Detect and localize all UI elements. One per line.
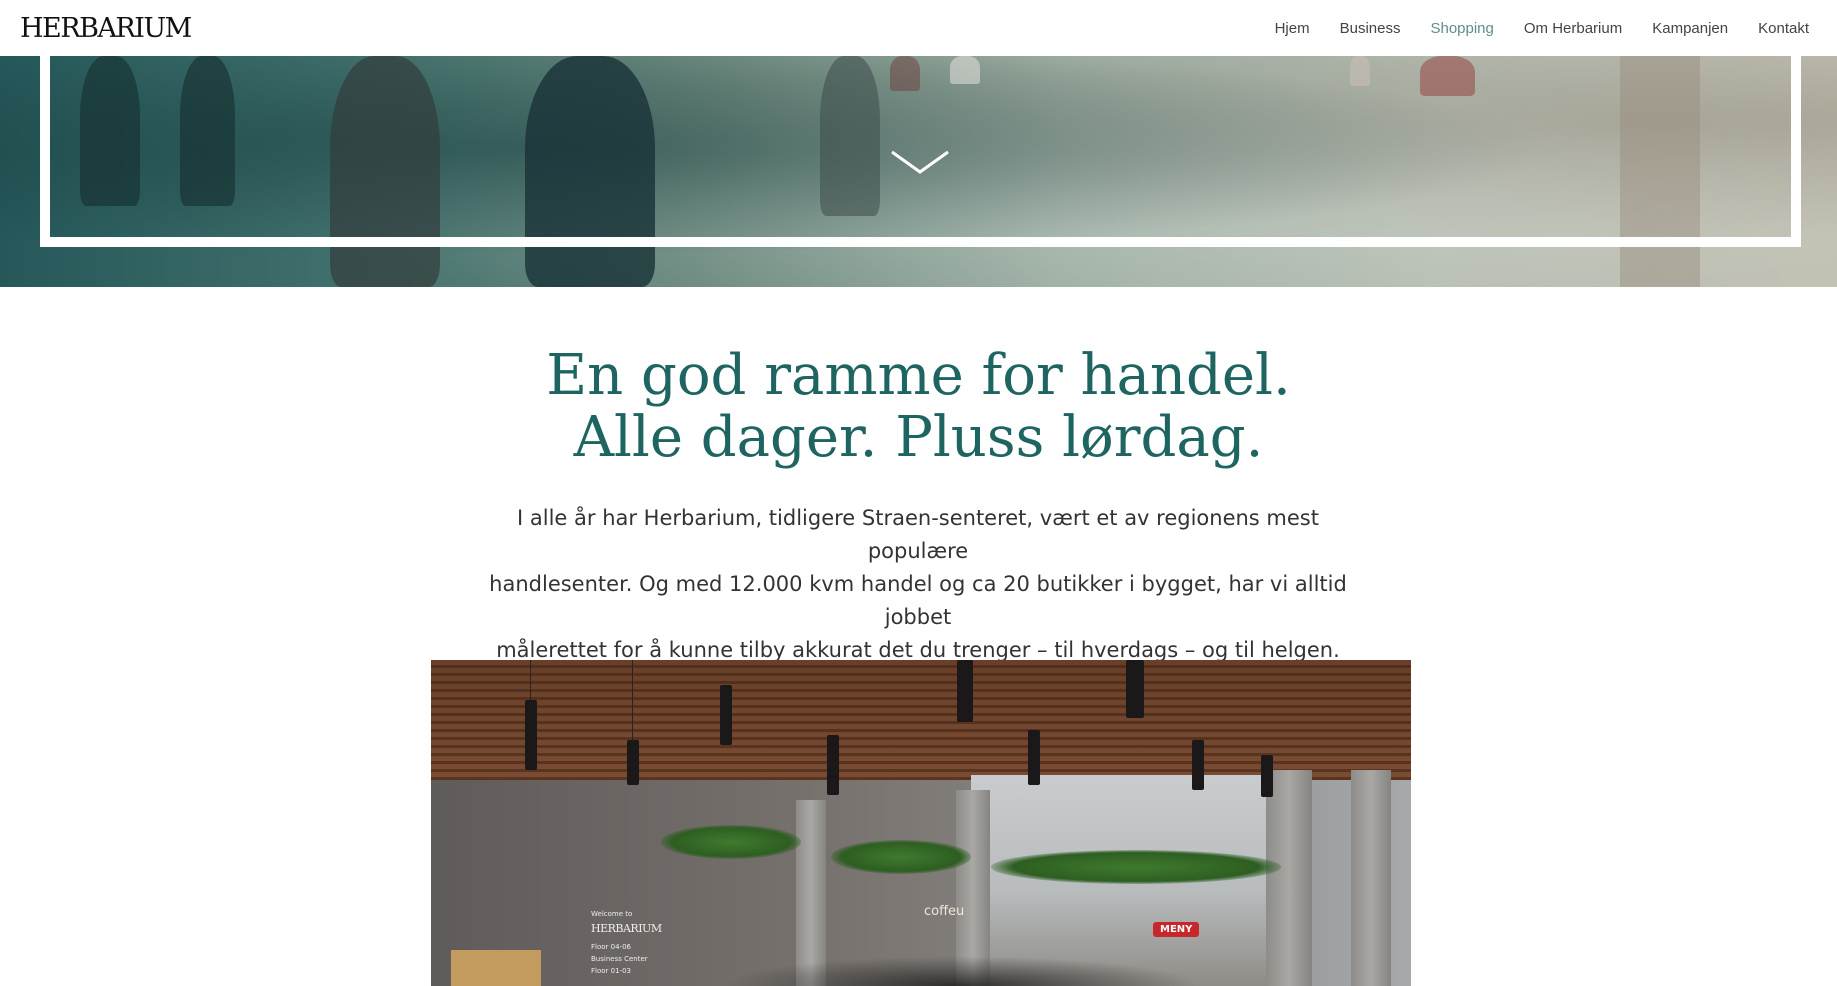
photo-column [1266,770,1312,986]
intro-paragraph: I alle år har Herbarium, tidligere Strae… [468,502,1368,667]
nav-item-business[interactable]: Business [1340,20,1401,37]
photo-plants [661,825,801,859]
sign-floor-1-desc: Business Center [591,955,648,963]
pendant-wire [530,660,531,700]
intro-line-2: handlesenter. Og med 12.000 kvm handel o… [489,572,1347,629]
pendant-lamp [627,740,639,785]
meny-store-sign: MENY [1153,922,1200,937]
pendant-lamp [957,660,973,722]
photo-plants [831,840,971,874]
sign-floor-1: Floor 04-06 [591,943,631,951]
headline-line-1: En god ramme for handel. [546,343,1291,408]
pendant-lamp [720,685,732,745]
intro-line-3: målerettet for å kunne tilby akkurat det… [496,638,1340,662]
pendant-wire [632,660,633,740]
main-nav: Hjem Business Shopping Om Herbarium Kamp… [1275,20,1817,37]
photo-crowd [721,956,1201,986]
pendant-lamp [1028,730,1040,785]
pendant-lamp [1126,660,1144,718]
pendant-lamp [827,735,839,795]
photo-column [1351,770,1391,986]
welcome-sign: Welcome to HERBARIUM Floor 04-06 Busines… [591,910,681,979]
headline-line-2: Alle dager. Pluss lørdag. [573,405,1264,470]
intro-line-1: I alle år har Herbarium, tidligere Strae… [517,506,1319,563]
sign-welcome-text: Welcome to [591,910,633,918]
nav-item-om-herbarium[interactable]: Om Herbarium [1524,20,1622,37]
page-title: En god ramme for handel. Alle dager. Plu… [0,345,1837,469]
nav-item-kampanjen[interactable]: Kampanjen [1652,20,1728,37]
pendant-lamp [1261,755,1273,797]
coffee-shop-sign: coffeu [924,904,965,919]
sign-floor-2: Floor 01-03 [591,967,631,975]
pendant-lamp [1192,740,1204,790]
site-logo[interactable]: HERBARIUM [20,15,192,42]
sign-logo: HERBARIUM [591,922,662,935]
photo-counter [451,950,541,986]
hero-banner [0,56,1837,287]
pendant-lamp [525,700,537,770]
site-header: HERBARIUM Hjem Business Shopping Om Herb… [0,0,1837,56]
chevron-down-icon[interactable] [890,148,950,178]
nav-item-shopping[interactable]: Shopping [1430,20,1493,37]
nav-item-kontakt[interactable]: Kontakt [1758,20,1809,37]
interior-photo: Welcome to HERBARIUM Floor 04-06 Busines… [431,660,1411,986]
nav-item-hjem[interactable]: Hjem [1275,20,1310,37]
photo-plants [991,850,1281,884]
